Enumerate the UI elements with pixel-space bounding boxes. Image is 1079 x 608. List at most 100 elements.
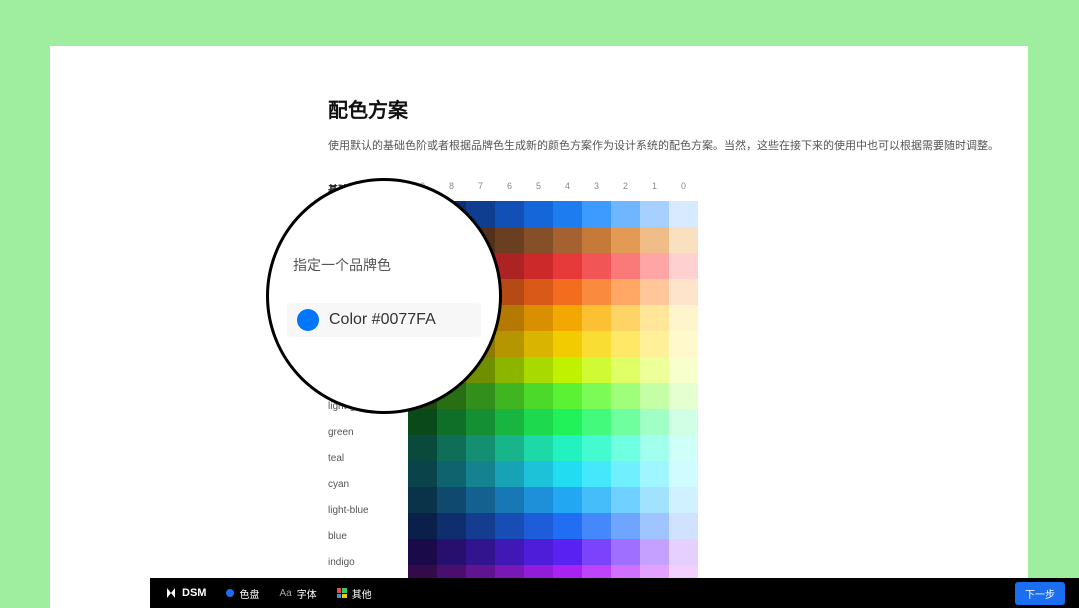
color-swatch[interactable] [640,227,669,253]
color-swatch[interactable] [640,487,669,513]
color-swatch[interactable] [669,383,698,409]
color-swatch[interactable] [582,409,611,435]
color-swatch[interactable] [611,331,640,357]
color-swatch[interactable] [524,461,553,487]
color-swatch[interactable] [553,461,582,487]
color-swatch[interactable] [553,357,582,383]
color-swatch[interactable] [495,331,524,357]
color-swatch[interactable] [495,383,524,409]
color-swatch[interactable] [408,487,437,513]
color-swatch[interactable] [524,305,553,331]
color-swatch[interactable] [524,279,553,305]
color-swatch[interactable] [495,357,524,383]
color-swatch[interactable] [669,331,698,357]
color-swatch[interactable] [553,409,582,435]
color-swatch[interactable] [495,487,524,513]
color-swatch[interactable] [437,435,466,461]
tab-other[interactable]: 其他 [337,586,372,601]
color-swatch[interactable] [524,331,553,357]
color-swatch[interactable] [408,539,437,565]
color-swatch[interactable] [408,409,437,435]
color-swatch[interactable] [524,409,553,435]
color-swatch[interactable] [669,487,698,513]
color-swatch[interactable] [553,331,582,357]
color-swatch[interactable] [524,539,553,565]
color-swatch[interactable] [466,461,495,487]
color-swatch[interactable] [640,305,669,331]
color-swatch[interactable] [437,513,466,539]
color-swatch[interactable] [437,461,466,487]
color-swatch[interactable] [466,539,495,565]
color-swatch[interactable] [495,227,524,253]
color-swatch[interactable] [640,409,669,435]
color-swatch[interactable] [524,227,553,253]
color-swatch[interactable] [466,435,495,461]
tab-font[interactable]: Aa 字体 [279,586,316,601]
color-swatch[interactable] [669,435,698,461]
color-swatch[interactable] [611,253,640,279]
color-swatch[interactable] [611,435,640,461]
color-swatch[interactable] [524,383,553,409]
color-swatch[interactable] [524,513,553,539]
color-swatch[interactable] [524,253,553,279]
color-swatch[interactable] [553,513,582,539]
color-swatch[interactable] [669,253,698,279]
color-swatch[interactable] [640,253,669,279]
color-swatch[interactable] [582,227,611,253]
color-swatch[interactable] [669,305,698,331]
color-swatch[interactable] [582,357,611,383]
color-swatch[interactable] [582,383,611,409]
color-swatch[interactable] [495,435,524,461]
color-swatch[interactable] [437,487,466,513]
color-swatch[interactable] [640,539,669,565]
color-swatch[interactable] [408,435,437,461]
color-swatch[interactable] [611,409,640,435]
color-swatch[interactable] [495,409,524,435]
color-swatch[interactable] [495,461,524,487]
color-swatch[interactable] [553,201,582,227]
color-swatch[interactable] [495,513,524,539]
color-swatch[interactable] [466,513,495,539]
color-swatch[interactable] [582,487,611,513]
tab-palette[interactable]: 色盘 [226,586,259,601]
color-swatch[interactable] [669,227,698,253]
color-swatch[interactable] [669,409,698,435]
color-swatch[interactable] [640,201,669,227]
color-swatch[interactable] [495,539,524,565]
color-swatch[interactable] [553,487,582,513]
color-swatch[interactable] [553,383,582,409]
brand-color-input[interactable]: Color #0077FA [287,303,481,337]
next-button[interactable]: 下一步 [1015,582,1065,605]
color-swatch[interactable] [582,539,611,565]
color-swatch[interactable] [669,461,698,487]
color-swatch[interactable] [669,539,698,565]
color-swatch[interactable] [611,305,640,331]
color-swatch[interactable] [524,435,553,461]
color-swatch[interactable] [524,357,553,383]
color-swatch[interactable] [611,357,640,383]
color-swatch[interactable] [611,279,640,305]
color-swatch[interactable] [437,409,466,435]
color-swatch[interactable] [466,409,495,435]
color-swatch[interactable] [611,461,640,487]
color-swatch[interactable] [553,253,582,279]
color-swatch[interactable] [553,305,582,331]
color-swatch[interactable] [553,227,582,253]
color-swatch[interactable] [495,201,524,227]
color-swatch[interactable] [611,383,640,409]
color-swatch[interactable] [640,383,669,409]
color-swatch[interactable] [582,435,611,461]
color-swatch[interactable] [466,487,495,513]
color-swatch[interactable] [466,383,495,409]
color-swatch[interactable] [582,513,611,539]
color-swatch[interactable] [524,487,553,513]
color-swatch[interactable] [669,279,698,305]
color-swatch[interactable] [640,513,669,539]
color-swatch[interactable] [582,201,611,227]
dsm-logo[interactable]: DSM [164,586,206,600]
color-swatch[interactable] [669,201,698,227]
color-swatch[interactable] [640,357,669,383]
color-swatch[interactable] [640,461,669,487]
color-swatch[interactable] [408,461,437,487]
color-swatch[interactable] [582,331,611,357]
